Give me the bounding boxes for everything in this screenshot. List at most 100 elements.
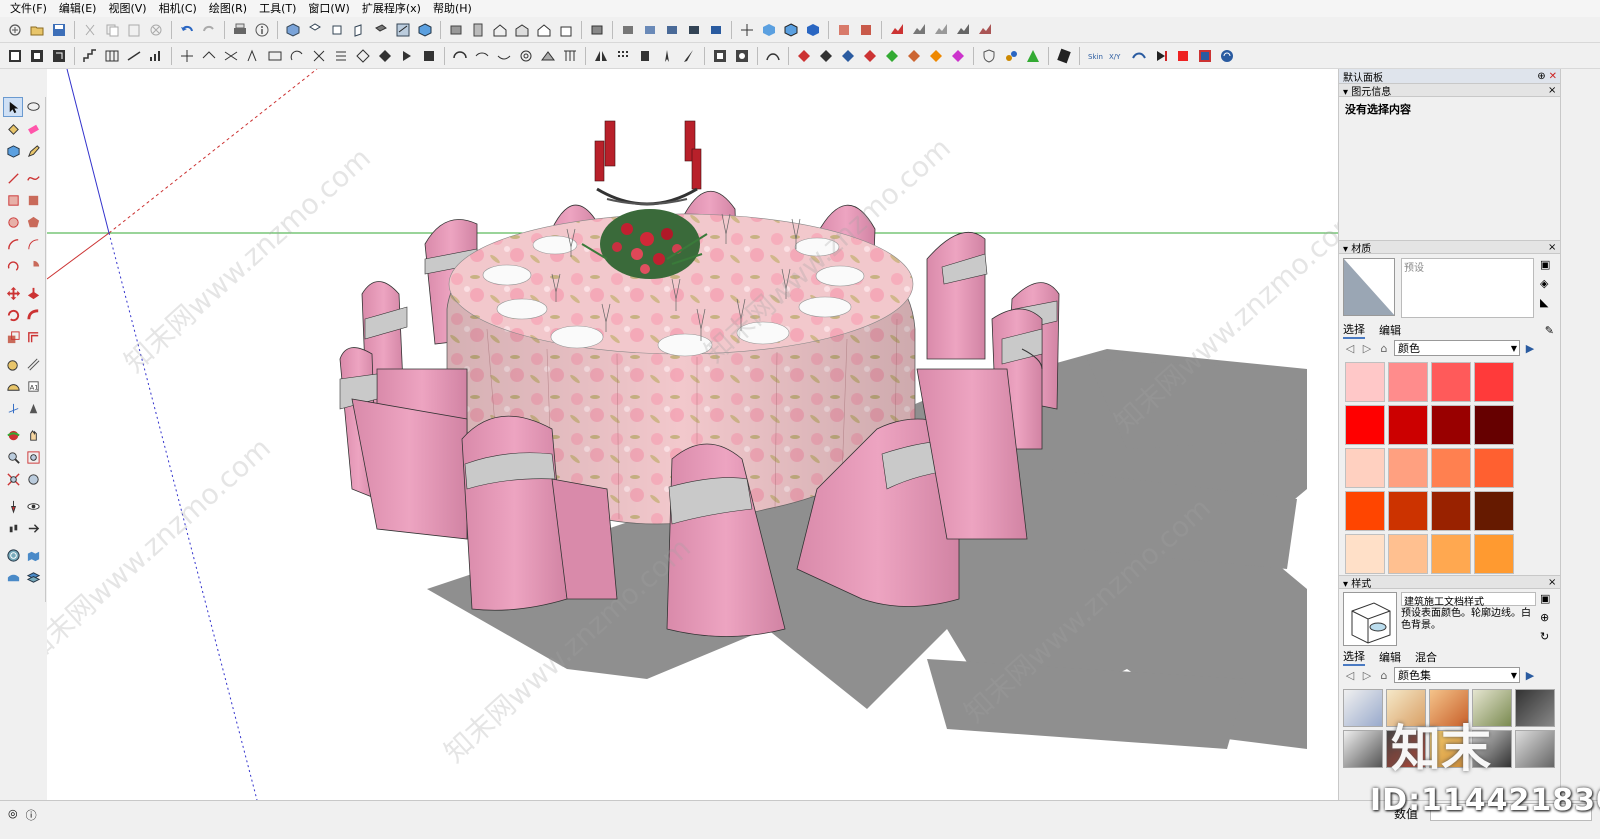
stair-icon[interactable] — [80, 46, 100, 66]
terrain-1-icon[interactable] — [887, 20, 907, 40]
tool-e-icon[interactable] — [265, 46, 285, 66]
prev-view-icon[interactable] — [23, 469, 43, 489]
color-swatch[interactable] — [1388, 491, 1428, 531]
menu-view[interactable]: 视图(V) — [102, 0, 152, 17]
scene-5-icon[interactable] — [706, 20, 726, 40]
forward-arrow-icon[interactable]: ▷ — [1360, 341, 1374, 355]
rotate-icon[interactable] — [3, 305, 23, 325]
layers-icon[interactable] — [587, 20, 607, 40]
menu-help[interactable]: 帮助(H) — [427, 0, 478, 17]
knife-icon[interactable] — [1054, 46, 1074, 66]
color-swatch[interactable] — [1388, 362, 1428, 402]
shield-icon[interactable] — [979, 46, 999, 66]
tool-b-icon[interactable] — [199, 46, 219, 66]
menu-file[interactable]: 文件(F) — [4, 0, 53, 17]
print-icon[interactable] — [230, 20, 250, 40]
menu-window[interactable]: 窗口(W) — [302, 0, 355, 17]
menu-edit[interactable]: 编辑(E) — [53, 0, 103, 17]
color-swatch[interactable] — [1474, 405, 1514, 445]
sandbox-contour-icon[interactable] — [3, 545, 23, 565]
camera-1-icon[interactable] — [710, 46, 730, 66]
model-info-icon[interactable] — [252, 20, 272, 40]
styles-header[interactable]: ▾ 样式 × — [1339, 575, 1560, 590]
scene-4-icon[interactable] — [684, 20, 704, 40]
open-folder-icon[interactable] — [27, 20, 47, 40]
column-icon[interactable] — [560, 46, 580, 66]
color-swatch[interactable] — [1431, 448, 1471, 488]
erase-icon[interactable] — [146, 20, 166, 40]
paint-bucket-icon[interactable] — [3, 119, 23, 139]
home-icon[interactable] — [534, 20, 554, 40]
tool-d-icon[interactable] — [243, 46, 263, 66]
play-icon[interactable] — [1151, 46, 1171, 66]
offset-icon[interactable] — [23, 327, 43, 347]
section-fill-icon[interactable] — [803, 20, 823, 40]
plugin-a-icon[interactable] — [1001, 46, 1021, 66]
color-swatch[interactable] — [1345, 534, 1385, 574]
redo-icon[interactable] — [199, 20, 219, 40]
create-style-icon[interactable]: ⊕ — [1540, 611, 1556, 624]
arc-3pt-icon[interactable] — [3, 256, 23, 276]
close-icon[interactable]: × — [1548, 242, 1560, 253]
arc-2-icon[interactable] — [472, 46, 492, 66]
fred-1-icon[interactable] — [794, 46, 814, 66]
style-name-field[interactable]: 建筑施工文档样式 — [1401, 592, 1536, 608]
color-swatch[interactable] — [1345, 405, 1385, 445]
bars-icon[interactable] — [146, 46, 166, 66]
store-icon[interactable] — [556, 20, 576, 40]
tape-measure-icon[interactable] — [3, 354, 23, 374]
material-swatch[interactable] — [1343, 258, 1395, 316]
terrain-3-icon[interactable] — [931, 20, 951, 40]
arc-1-icon[interactable] — [450, 46, 470, 66]
book-icon[interactable] — [468, 20, 488, 40]
terrain-5-icon[interactable] — [975, 20, 995, 40]
fred-7-icon[interactable] — [926, 46, 946, 66]
undo-icon[interactable] — [177, 20, 197, 40]
save-icon[interactable] — [49, 20, 69, 40]
credits-icon[interactable]: ⓘ — [26, 807, 37, 823]
color-swatch[interactable] — [1388, 405, 1428, 445]
details-arrow-icon[interactable]: ▶ — [1523, 341, 1537, 355]
iso-view-icon[interactable] — [283, 20, 303, 40]
fred-6-icon[interactable] — [904, 46, 924, 66]
walk-icon[interactable] — [3, 518, 23, 538]
compass-icon[interactable] — [657, 46, 677, 66]
sandbox-smoove-icon[interactable] — [3, 567, 23, 587]
grid-icon[interactable] — [102, 46, 122, 66]
protractor-icon[interactable] — [3, 376, 23, 396]
arc-2pt-icon[interactable] — [23, 234, 43, 254]
plugin-b-icon[interactable] — [1023, 46, 1043, 66]
style-thumb-6[interactable] — [1343, 730, 1383, 768]
zoom-window-icon[interactable] — [23, 447, 43, 467]
section-cut-icon[interactable] — [781, 20, 801, 40]
rotated-rect-icon[interactable] — [23, 190, 43, 210]
axes-tool-icon[interactable] — [3, 398, 23, 418]
component-icon[interactable] — [446, 20, 466, 40]
ext-1-icon[interactable] — [5, 46, 25, 66]
warehouse-icon[interactable] — [512, 20, 532, 40]
look-around-icon[interactable] — [23, 496, 43, 516]
color-swatch[interactable] — [1474, 362, 1514, 402]
create-material-icon[interactable]: ▣ — [1540, 258, 1556, 271]
xray-icon[interactable] — [393, 20, 413, 40]
color-swatch[interactable] — [1388, 448, 1428, 488]
mesh-icon[interactable] — [1129, 46, 1149, 66]
component-tool-icon[interactable] — [3, 141, 23, 161]
fred-4-icon[interactable] — [860, 46, 880, 66]
close-icon[interactable]: × — [1548, 577, 1560, 588]
curve-icon[interactable] — [763, 46, 783, 66]
solid-icon[interactable] — [635, 46, 655, 66]
menu-draw[interactable]: 绘图(R) — [203, 0, 253, 17]
style-collection-select[interactable]: 颜色集 ▼ — [1394, 667, 1520, 683]
forward-arrow-icon[interactable]: ▷ — [1360, 668, 1374, 682]
sandbox-2-icon[interactable] — [856, 20, 876, 40]
details-arrow-icon[interactable]: ▶ — [1523, 668, 1537, 682]
line-draw-icon[interactable] — [3, 168, 23, 188]
eyedropper-icon[interactable]: ✎ — [1545, 324, 1560, 337]
color-swatch[interactable] — [1474, 534, 1514, 574]
arc-3-icon[interactable] — [494, 46, 514, 66]
materials-header[interactable]: ▾ 材质 × — [1339, 240, 1560, 255]
color-swatch[interactable] — [1474, 448, 1514, 488]
style-thumb-5[interactable] — [1515, 689, 1555, 727]
3d-text-icon[interactable] — [23, 398, 43, 418]
